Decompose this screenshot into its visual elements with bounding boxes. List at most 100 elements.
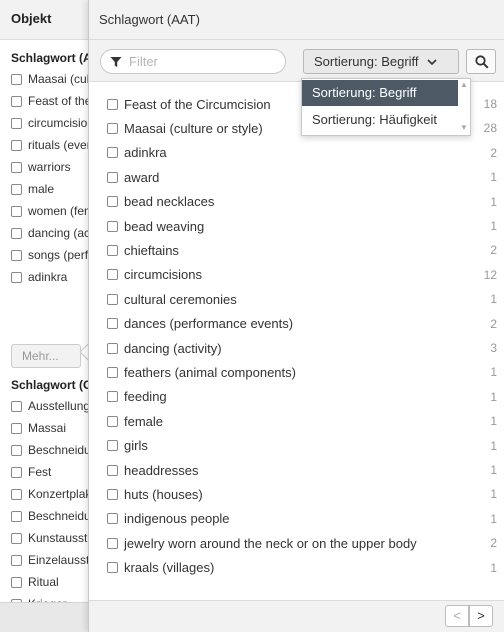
sort-dropdown-button[interactable]: Sortierung: Begriff: [303, 49, 459, 74]
checkbox[interactable]: [11, 95, 22, 107]
facet-label: chieftains: [124, 242, 179, 258]
facet-row[interactable]: bead necklaces 1: [89, 191, 504, 213]
popup-footer: < >: [89, 600, 504, 632]
facet-count: 2: [490, 316, 497, 331]
sidebar-footer: [0, 602, 100, 632]
facet-row[interactable]: dancing (activity) 3: [89, 337, 504, 359]
sidebar-facet-item[interactable]: Ausstellung: [11, 397, 90, 415]
facet-row[interactable]: feathers (animal components) 1: [89, 361, 504, 383]
facet-checkbox[interactable]: [107, 342, 118, 354]
sidebar-facet-item[interactable]: Maasai (culture or style): [11, 70, 100, 88]
previous-page-button[interactable]: <: [445, 605, 469, 627]
checkbox[interactable]: [11, 249, 22, 261]
checkbox[interactable]: [11, 139, 22, 151]
filter-field[interactable]: [100, 49, 286, 74]
facet-row[interactable]: award 1: [89, 166, 504, 188]
checkbox[interactable]: [11, 117, 22, 129]
sidebar-facet-label: Fest: [28, 465, 52, 479]
search-button[interactable]: [466, 49, 496, 74]
facet-row[interactable]: jewelry worn around the neck or on the u…: [89, 532, 504, 554]
facet-row[interactable]: girls 1: [89, 435, 504, 457]
dropdown-scrollbar[interactable]: ▲ ▼: [458, 79, 470, 135]
facet-checkbox[interactable]: [107, 415, 118, 427]
checkbox[interactable]: [11, 183, 22, 195]
sidebar-facet-item[interactable]: Einzelausstellung: [11, 551, 100, 569]
facet-checkbox[interactable]: [107, 98, 118, 110]
facet-row[interactable]: chieftains 2: [89, 239, 504, 261]
facet-row[interactable]: dances (performance events) 2: [89, 313, 504, 335]
facet-checkbox[interactable]: [107, 464, 118, 476]
facet-row[interactable]: headdresses 1: [89, 459, 504, 481]
sidebar-facet-item[interactable]: Massai: [11, 419, 66, 437]
sidebar-facet-item[interactable]: Fest: [11, 463, 51, 481]
sidebar-facet-item[interactable]: circumcisions: [11, 114, 100, 132]
sidebar-facet-item[interactable]: dancing (activity): [11, 224, 100, 242]
facet-checkbox[interactable]: [107, 537, 118, 549]
sidebar-facet-item[interactable]: warriors: [11, 158, 71, 176]
checkbox[interactable]: [11, 422, 22, 434]
sidebar-facet-item[interactable]: women (female humans): [11, 202, 100, 220]
next-page-button[interactable]: >: [469, 605, 493, 627]
facet-checkbox[interactable]: [107, 488, 118, 500]
facet-checkbox[interactable]: [107, 171, 118, 183]
sidebar-facet-item[interactable]: Feast of the Circumcision: [11, 92, 100, 110]
checkbox[interactable]: [11, 400, 22, 412]
facet-row[interactable]: circumcisions 12: [89, 264, 504, 286]
facet-row[interactable]: female 1: [89, 410, 504, 432]
facet-count: 2: [490, 145, 497, 160]
sort-option-term[interactable]: Sortierung: Begriff: [302, 80, 460, 106]
sidebar-facet-item[interactable]: Kunstausstellung: [11, 529, 100, 547]
facet-row[interactable]: cultural ceremonies 1: [89, 288, 504, 310]
facet-row[interactable]: bead weaving 1: [89, 215, 504, 237]
facet-checkbox[interactable]: [107, 122, 118, 134]
checkbox[interactable]: [11, 227, 22, 239]
facet-row[interactable]: feeding 1: [89, 386, 504, 408]
facet-checkbox[interactable]: [107, 391, 118, 403]
sidebar-facet-item[interactable]: Beschneidungsfest: [11, 507, 100, 525]
sidebar-facet-item[interactable]: Konzertplakat: [11, 485, 100, 503]
sidebar-facet-item[interactable]: rituals (events): [11, 136, 100, 154]
facet-checkbox[interactable]: [107, 293, 118, 305]
scroll-up-icon[interactable]: ▲: [460, 80, 468, 89]
checkbox[interactable]: [11, 444, 22, 456]
checkbox[interactable]: [11, 532, 22, 544]
facet-checkbox[interactable]: [107, 196, 118, 208]
checkbox[interactable]: [11, 161, 22, 173]
sidebar-facet-item[interactable]: Ritual: [11, 573, 59, 591]
more-button[interactable]: Mehr...: [11, 344, 81, 368]
sidebar-facet-item[interactable]: male: [11, 180, 54, 198]
facet-checkbox[interactable]: [107, 440, 118, 452]
checkbox[interactable]: [11, 466, 22, 478]
facet-checkbox[interactable]: [107, 562, 118, 574]
facet-label: dances (performance events): [124, 316, 294, 332]
checkbox[interactable]: [11, 73, 22, 85]
facet-row[interactable]: huts (houses) 1: [89, 483, 504, 505]
sort-option-frequency[interactable]: Sortierung: Häufigkeit: [302, 107, 460, 133]
facet-row[interactable]: kraals (villages) 1: [89, 557, 504, 579]
popup-title: Schlagwort (AAT): [99, 12, 200, 27]
sidebar-facet-item[interactable]: songs (performed music): [11, 246, 100, 264]
checkbox[interactable]: [11, 576, 22, 588]
facet-count: 1: [490, 463, 497, 477]
facet-row[interactable]: adinkra 2: [89, 142, 504, 164]
facet-checkbox[interactable]: [107, 366, 118, 378]
sidebar-facet-item[interactable]: adinkra: [11, 268, 67, 286]
checkbox[interactable]: [11, 554, 22, 566]
facet-count: 12: [483, 267, 497, 282]
filter-input[interactable]: [127, 52, 277, 71]
facet-checkbox[interactable]: [107, 513, 118, 525]
checkbox[interactable]: [11, 205, 22, 217]
facet-row[interactable]: indigenous people 1: [89, 508, 504, 530]
scroll-down-icon[interactable]: ▼: [460, 123, 468, 132]
chevron-down-icon: [426, 58, 437, 65]
facet-checkbox[interactable]: [107, 147, 118, 159]
facet-checkbox[interactable]: [107, 318, 118, 330]
facet-checkbox[interactable]: [107, 220, 118, 232]
checkbox[interactable]: [11, 488, 22, 500]
facet-checkbox[interactable]: [107, 269, 118, 281]
checkbox[interactable]: [11, 510, 22, 522]
facet-count: 18: [483, 97, 497, 111]
checkbox[interactable]: [11, 271, 22, 283]
facet-checkbox[interactable]: [107, 244, 118, 256]
sidebar-facet-item[interactable]: Beschneidung: [11, 441, 100, 459]
